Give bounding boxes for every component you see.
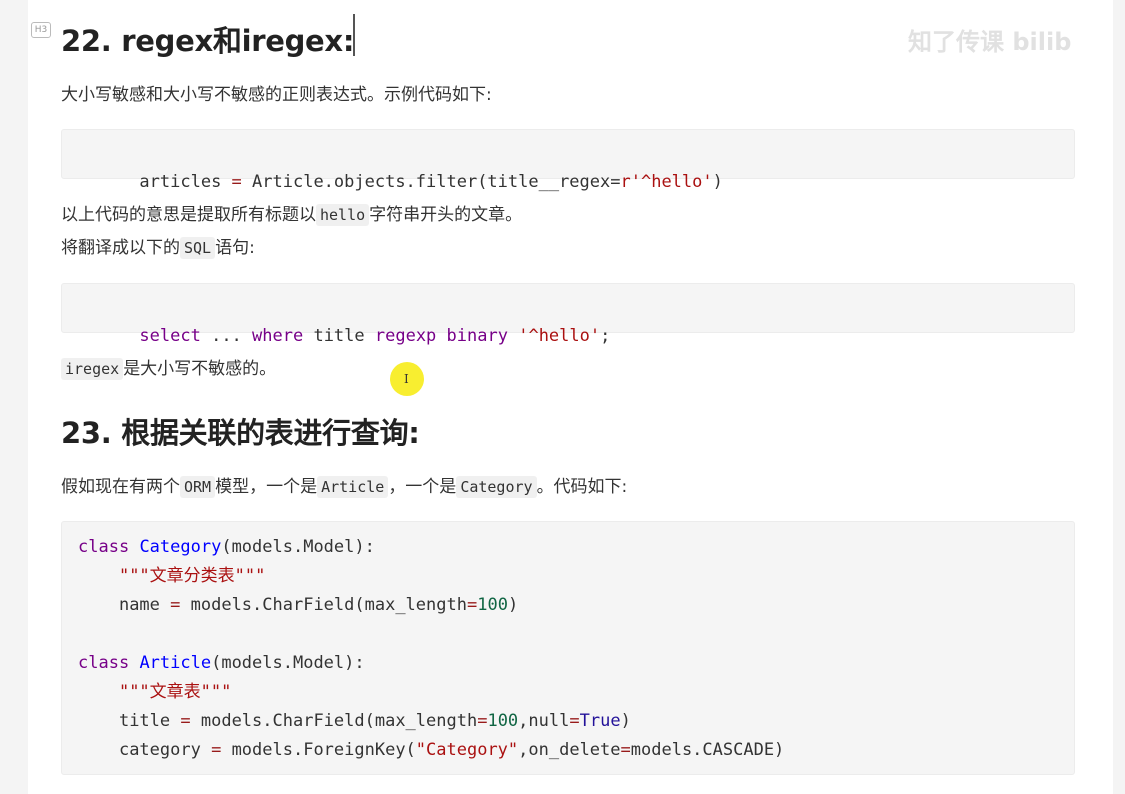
text: 是大小写不敏感的。 — [123, 359, 277, 379]
code-token: Category — [139, 537, 222, 557]
code-token: regexp — [374, 326, 437, 346]
code-token: ) — [712, 172, 723, 192]
video-watermark: 知了传课 bilib — [908, 28, 1072, 56]
text-caret — [353, 14, 355, 56]
code-token: select — [139, 326, 201, 346]
code-token: ) — [620, 711, 631, 731]
section-23-description: 假如现在有两个 ORM 模型，一个是 Article ，一个是 Category 。代码如下… — [61, 474, 627, 500]
text-cursor-icon: I — [404, 372, 409, 386]
text: 将翻译成以下的 — [61, 238, 180, 258]
code-token: 100 — [477, 595, 508, 615]
iregex-note: iregex 是大小写不敏感的。 — [61, 356, 276, 382]
section-22-heading: 22. regex和iregex: — [61, 24, 355, 58]
code-token: = — [569, 711, 580, 731]
code-token: models.CharField(max_length — [190, 711, 478, 731]
code-token: = — [477, 711, 488, 731]
code-block-sql[interactable]: select ... where title regexp binary '^h… — [61, 283, 1075, 346]
inline-code: Article — [317, 476, 389, 498]
text: 语句: — [215, 238, 255, 258]
code-line: """文章表""" — [78, 678, 1074, 707]
text: 。代码如下: — [536, 477, 628, 497]
code-token: name — [118, 595, 171, 615]
code-token: articles — [139, 172, 222, 192]
code-line: class Article(models.Model): — [78, 649, 1074, 678]
code-token: ,on_delete — [518, 740, 621, 760]
code-token: = — [466, 595, 478, 615]
code-block-models[interactable]: class Category(models.Model): """文章分类表""… — [61, 521, 1075, 775]
code-token: models.ForeignKey( — [221, 740, 416, 760]
code-token: r'^hello' — [620, 172, 713, 192]
inline-code: SQL — [180, 237, 216, 259]
code-token: ) — [507, 595, 519, 615]
code-token: True — [579, 711, 621, 731]
code-token: where — [252, 326, 304, 346]
code-token: """文章表""" — [118, 682, 232, 702]
code-token: ,null — [518, 711, 570, 731]
heading-level-icon: H3 — [31, 22, 51, 38]
section-23-heading: 23. 根据关联的表进行查询: — [61, 416, 420, 450]
code-token: class — [78, 653, 130, 673]
text: 模型，一个是 — [215, 477, 318, 497]
code-token: = — [170, 595, 181, 615]
code-token: title — [303, 326, 375, 346]
code-line: title = models.CharField(max_length=100,… — [78, 707, 1074, 736]
code-token: "Category" — [415, 740, 519, 760]
text: 字符串开头的文章。 — [369, 205, 523, 225]
code-token: Article.objects.filter(title__regex= — [252, 172, 621, 192]
code-line: class Category(models.Model): — [78, 533, 1074, 562]
code-token: = — [211, 740, 222, 760]
code-token: (models.Model): — [211, 653, 365, 673]
explain-line-1: 以上代码的意思是提取所有标题以 hello 字符串开头的文章。 — [61, 202, 522, 228]
code-token: models.CASCADE) — [630, 740, 785, 760]
code-line: name = models.CharField(max_length=100) — [78, 591, 1074, 620]
code-token: models.CharField(max_length — [180, 595, 467, 615]
text: 以上代码的意思是提取所有标题以 — [61, 205, 316, 225]
section-22-description: 大小写敏感和大小写不敏感的正则表达式。示例代码如下: — [61, 85, 492, 105]
code-token: class — [78, 537, 130, 557]
code-line: """文章分类表""" — [78, 562, 1074, 591]
code-block-regex[interactable]: articles = Article.objects.filter(title_… — [61, 129, 1075, 192]
code-token: ... — [200, 326, 253, 346]
code-token: = — [221, 172, 253, 192]
code-token: """文章分类表""" — [118, 566, 266, 586]
code-token: title — [118, 711, 181, 731]
inline-code: iregex — [61, 358, 124, 380]
code-token: (models.Model): — [221, 537, 375, 557]
code-token: ; — [600, 326, 611, 346]
inline-code: Category — [456, 476, 537, 498]
code-token: 100 — [487, 711, 519, 731]
code-token: category — [118, 740, 212, 760]
text: ，一个是 — [388, 477, 457, 497]
code-token: '^hello' — [518, 326, 601, 346]
inline-code: ORM — [180, 476, 216, 498]
code-token: = — [180, 711, 191, 731]
inline-code: hello — [316, 204, 370, 226]
code-line: category = models.ForeignKey("Category",… — [78, 736, 1074, 765]
code-token: = — [620, 740, 631, 760]
text: 假如现在有两个 — [61, 477, 180, 497]
code-token: Article — [139, 653, 212, 673]
document-page: H3 22. regex和iregex: 大小写敏感和大小写不敏感的正则表达式。… — [28, 0, 1113, 794]
code-token: binary — [446, 326, 508, 346]
explain-line-2: 将翻译成以下的 SQL 语句: — [61, 235, 255, 261]
